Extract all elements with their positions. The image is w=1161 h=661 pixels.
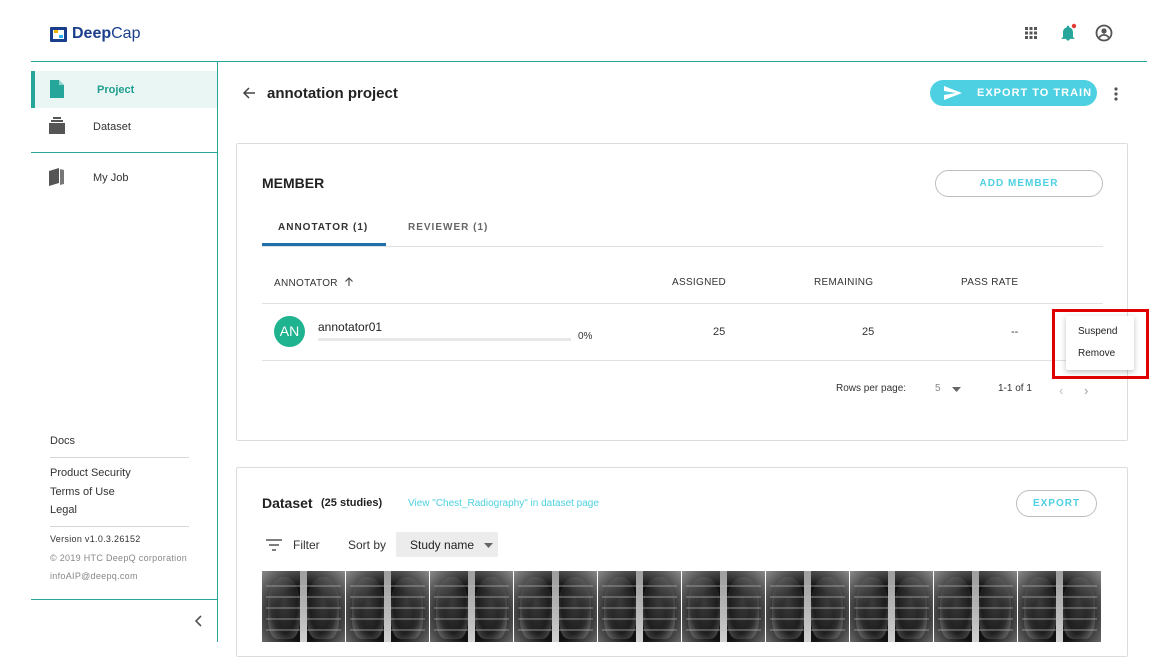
product-security-link[interactable]: Product Security bbox=[50, 467, 131, 479]
table-divider bbox=[262, 360, 1103, 361]
xray-thumbnail[interactable] bbox=[514, 571, 597, 642]
file-icon bbox=[50, 80, 64, 98]
account-circle-icon[interactable] bbox=[1094, 23, 1114, 43]
tabs-divider bbox=[262, 246, 1103, 247]
apps-grid-icon[interactable] bbox=[1021, 23, 1041, 43]
xray-thumbnail[interactable] bbox=[850, 571, 933, 642]
collapse-sidebar-icon[interactable] bbox=[193, 614, 205, 628]
rows-per-page-select[interactable]: 5 bbox=[935, 383, 941, 394]
view-dataset-link[interactable]: View "Chest_Radiography" in dataset page bbox=[408, 498, 599, 509]
pass-rate-value: -- bbox=[1011, 326, 1019, 338]
sort-select-value: Study name bbox=[410, 538, 475, 552]
sidebar-bottom-divider bbox=[31, 599, 218, 600]
docs-link[interactable]: Docs bbox=[50, 435, 75, 447]
sidebar-divider bbox=[31, 152, 217, 153]
more-vert-icon[interactable] bbox=[1110, 86, 1122, 102]
column-header-label: ANNOTATOR bbox=[274, 278, 338, 289]
footer-divider bbox=[50, 457, 189, 458]
sidebar-item-label: Dataset bbox=[93, 120, 131, 133]
logo-text-bold: Deep bbox=[72, 25, 112, 42]
sidebar-item-project[interactable]: Project bbox=[31, 71, 217, 108]
xray-thumbnail[interactable] bbox=[766, 571, 849, 642]
highlight-box bbox=[1052, 309, 1149, 379]
tab-annotator[interactable]: ANNOTATOR (1) bbox=[278, 222, 368, 233]
remaining-value: 25 bbox=[862, 326, 875, 338]
send-icon bbox=[944, 86, 962, 100]
filter-icon[interactable] bbox=[266, 539, 282, 551]
folder-icon bbox=[49, 117, 65, 134]
top-bar: Deep Cap bbox=[31, 8, 1147, 62]
copyright-text: © 2019 HTC DeepQ corporation bbox=[50, 553, 188, 563]
filter-button[interactable]: Filter bbox=[293, 538, 320, 552]
sort-by-label: Sort by bbox=[348, 538, 387, 552]
footer-divider bbox=[50, 526, 189, 527]
back-arrow-icon[interactable] bbox=[242, 86, 256, 100]
deepcap-logo[interactable]: Deep Cap bbox=[50, 25, 140, 43]
logo-mark-icon bbox=[50, 26, 67, 42]
sort-arrow-up-icon bbox=[345, 277, 353, 286]
next-page-icon[interactable]: › bbox=[1084, 383, 1088, 398]
logo-text-light: Cap bbox=[111, 25, 141, 42]
sidebar-item-dataset[interactable]: Dataset bbox=[31, 108, 217, 145]
tab-reviewer[interactable]: REVIEWER (1) bbox=[408, 222, 488, 233]
column-header-pass-rate[interactable]: PASS RATE bbox=[961, 277, 1018, 288]
xray-thumbnail[interactable] bbox=[430, 571, 513, 642]
terms-of-use-link[interactable]: Terms of Use bbox=[50, 486, 115, 498]
bell-icon[interactable] bbox=[1058, 23, 1078, 43]
dataset-title: Dataset bbox=[262, 495, 313, 511]
sort-select[interactable]: Study name bbox=[396, 532, 498, 557]
chevron-down-icon bbox=[484, 543, 493, 548]
column-header-assigned[interactable]: ASSIGNED bbox=[672, 277, 726, 288]
legal-link[interactable]: Legal bbox=[50, 504, 77, 516]
table-divider bbox=[262, 303, 1103, 304]
export-button[interactable]: EXPORT bbox=[1016, 490, 1097, 517]
prev-page-icon[interactable]: ‹ bbox=[1059, 383, 1063, 398]
export-to-train-label: EXPORT TO TRAIN bbox=[977, 87, 1093, 99]
sidebar-item-label: Project bbox=[97, 83, 135, 96]
progress-percent: 0% bbox=[578, 331, 593, 342]
book-icon bbox=[49, 168, 64, 186]
sidebar: Project Dataset My Job Docs Product Secu… bbox=[31, 62, 218, 642]
study-thumbnails bbox=[262, 571, 1102, 642]
xray-thumbnail[interactable] bbox=[682, 571, 765, 642]
member-title: MEMBER bbox=[262, 175, 325, 191]
sidebar-item-my-job[interactable]: My Job bbox=[31, 159, 217, 196]
avatar: AN bbox=[274, 316, 305, 347]
contact-email: infoAIP@deepq.com bbox=[50, 571, 138, 581]
xray-thumbnail[interactable] bbox=[1018, 571, 1101, 642]
column-header-remaining[interactable]: REMAINING bbox=[814, 277, 873, 288]
annotator-progress-bar bbox=[318, 338, 571, 341]
dataset-count: (25 studies) bbox=[321, 497, 383, 509]
page-title: annotation project bbox=[267, 85, 398, 102]
export-to-train-button[interactable]: EXPORT TO TRAIN bbox=[930, 80, 1097, 106]
xray-thumbnail[interactable] bbox=[598, 571, 681, 642]
rows-per-page-label: Rows per page: bbox=[836, 383, 907, 394]
xray-thumbnail[interactable] bbox=[346, 571, 429, 642]
version-text: Version v1.0.3.26152 bbox=[50, 534, 141, 544]
assigned-value: 25 bbox=[713, 326, 726, 338]
add-member-button[interactable]: ADD MEMBER bbox=[935, 170, 1103, 197]
chevron-down-icon[interactable] bbox=[952, 387, 961, 392]
annotator-name: annotator01 bbox=[318, 320, 383, 334]
page-range: 1-1 of 1 bbox=[998, 383, 1032, 394]
xray-thumbnail[interactable] bbox=[262, 571, 345, 642]
xray-thumbnail[interactable] bbox=[934, 571, 1017, 642]
column-header-annotator[interactable]: ANNOTATOR bbox=[274, 277, 354, 289]
sidebar-item-label: My Job bbox=[93, 171, 129, 184]
